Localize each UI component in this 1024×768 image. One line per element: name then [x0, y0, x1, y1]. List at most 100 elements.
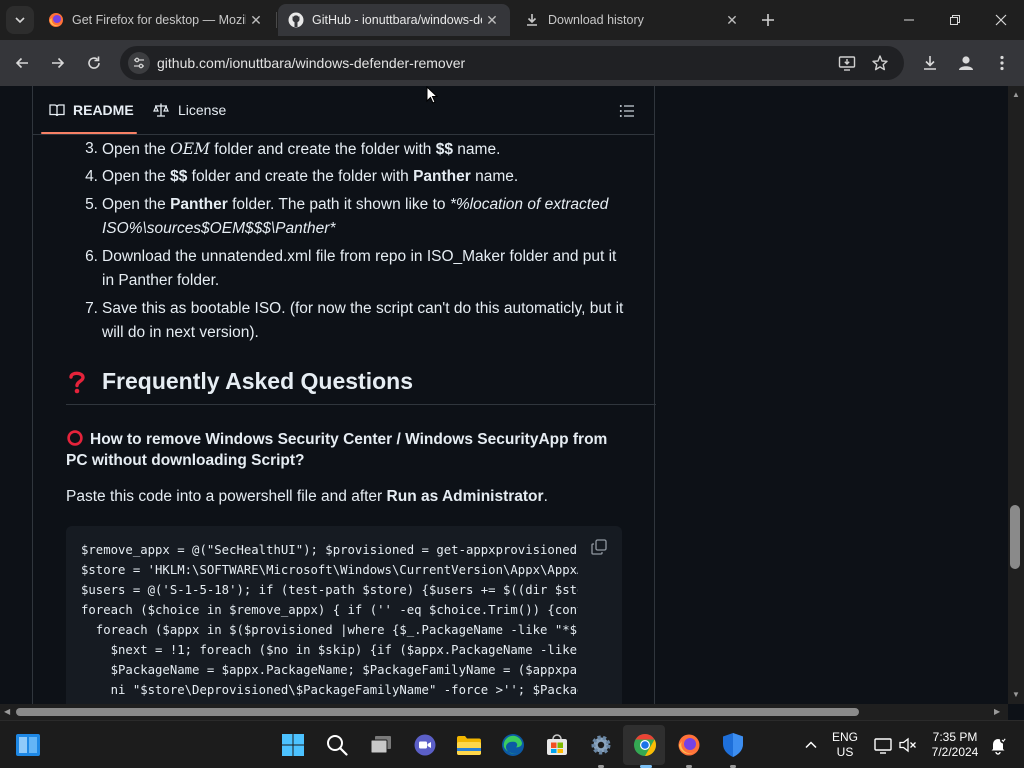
horizontal-scroll-thumb[interactable]	[16, 708, 859, 716]
tab-close-icon[interactable]: ✕	[722, 12, 742, 29]
windows-security-button[interactable]	[719, 731, 747, 759]
tune-icon	[134, 57, 144, 69]
url-text: github.com/ionuttbara/windows-defender-r…	[157, 55, 466, 71]
display-status-button[interactable]	[869, 731, 897, 759]
plain-text: folder and create the folder with	[187, 168, 414, 185]
faq-question-text: How to remove Windows Security Center / …	[66, 431, 608, 469]
forward-button[interactable]	[44, 49, 72, 77]
bookmark-button[interactable]	[870, 53, 890, 73]
page-content: README License 3. Open the OEM folder an…	[0, 86, 1008, 704]
reload-button[interactable]	[80, 49, 108, 77]
code-line: foreach ($choice in $remove_appx) { if (…	[81, 603, 578, 617]
instruction-bold: Run as Administrator	[386, 488, 544, 505]
reload-icon	[88, 56, 100, 69]
address-bar[interactable]: github.com/ionuttbara/windows-defender-r…	[120, 46, 904, 80]
faq-question: How to remove Windows Security Center / …	[66, 429, 626, 471]
notifications-button[interactable]	[984, 731, 1012, 759]
plain-text: name.	[470, 168, 519, 185]
plus-icon	[762, 14, 774, 26]
tab-github[interactable]: GitHub - ionuttbara/windows-defender-rem…	[278, 4, 510, 36]
code-block[interactable]: $remove_appx = @("SecHealthUI"); $provis…	[66, 526, 622, 704]
store-bag-icon	[547, 734, 567, 755]
new-tab-button[interactable]	[756, 8, 780, 32]
start-button[interactable]	[279, 731, 307, 759]
tab-readme[interactable]: README	[49, 102, 134, 118]
clock[interactable]: 7:35 PM 7/2/2024	[922, 730, 988, 760]
active-tab-indicator	[41, 132, 137, 134]
tab-close-icon[interactable]: ✕	[246, 12, 266, 29]
vertical-scrollbar[interactable]	[1008, 86, 1024, 704]
download-icon	[527, 14, 537, 26]
clock-time: 7:35 PM	[932, 730, 978, 744]
tab-license[interactable]: License	[153, 102, 226, 118]
code-line: foreach ($appx in $($provisioned |where …	[95, 623, 578, 637]
code-line: $remove_appx = @("SecHealthUI"); $provis…	[81, 543, 578, 557]
volume-button[interactable]	[894, 731, 922, 759]
back-button[interactable]	[8, 49, 36, 77]
profile-button[interactable]	[952, 49, 980, 77]
tab-search-button[interactable]	[6, 6, 34, 34]
video-chat-icon	[414, 734, 436, 756]
meet-now-button[interactable]	[411, 731, 439, 759]
question-mark-icon	[69, 371, 85, 393]
search-icon	[327, 735, 348, 756]
clock-date: 7/2/2024	[931, 745, 979, 759]
scroll-left-arrow-icon[interactable]: ◀	[4, 707, 10, 716]
tab-download-history[interactable]: Download history ✕	[514, 4, 750, 36]
minimize-button[interactable]	[886, 0, 932, 40]
download-icon	[924, 56, 936, 70]
install-icon	[838, 56, 856, 71]
tab-close-icon[interactable]: ✕	[482, 12, 502, 29]
faq-heading: Frequently Asked Questions	[66, 368, 413, 395]
copy-button[interactable]	[590, 538, 608, 556]
widgets-icon	[16, 734, 40, 756]
law-icon	[153, 103, 169, 117]
tab-readme-label: README	[73, 102, 134, 118]
search-button[interactable]	[323, 731, 351, 759]
scroll-right-arrow-icon[interactable]: ▶	[994, 707, 1000, 716]
edge-button[interactable]	[499, 731, 527, 759]
arrow-left-icon	[15, 57, 28, 69]
firefox-button[interactable]	[675, 731, 703, 759]
menu-button[interactable]	[988, 49, 1016, 77]
settings-button[interactable]	[587, 731, 615, 759]
input-language[interactable]: ENG US	[826, 730, 864, 760]
close-window-button[interactable]	[978, 0, 1024, 40]
code-line: $next = !1; foreach ($no in $skip) {if (…	[110, 643, 578, 657]
widgets-button[interactable]	[14, 731, 42, 759]
restore-icon	[950, 15, 960, 25]
star-icon	[872, 55, 888, 71]
file-explorer-button[interactable]	[455, 731, 483, 759]
folder-icon	[457, 736, 481, 755]
task-view-button[interactable]	[367, 731, 395, 759]
restore-button[interactable]	[932, 0, 978, 40]
plain-text: folder. The path it shown like to	[227, 196, 450, 213]
downloads-button[interactable]	[916, 49, 944, 77]
plain-text: Open the	[102, 196, 171, 213]
minimize-icon	[904, 19, 914, 21]
region-code: US	[836, 745, 854, 759]
scroll-down-arrow-icon[interactable]: ▼	[1012, 690, 1020, 699]
taskbar: ENG US 7:35 PM 7/2/2024	[0, 720, 1024, 768]
copy-icon	[591, 539, 607, 555]
list-text: Open the $$ folder and create the folder…	[102, 165, 632, 189]
screen: Get Firefox for desktop — Mozilla ✕ GitH…	[0, 0, 1024, 768]
outline-button[interactable]	[615, 100, 639, 122]
windows-logo-icon	[282, 734, 304, 756]
install-app-button[interactable]	[837, 53, 857, 73]
gear-icon	[591, 735, 611, 755]
instruction-suffix: .	[543, 488, 548, 505]
language-code: ENG	[831, 730, 858, 744]
scroll-up-arrow-icon[interactable]: ▲	[1012, 90, 1020, 99]
store-button[interactable]	[543, 731, 571, 759]
list-number: 3.	[85, 140, 98, 157]
tab-firefox[interactable]: Get Firefox for desktop — Mozilla ✕	[38, 4, 274, 36]
vertical-scroll-thumb[interactable]	[1010, 505, 1020, 569]
github-icon	[288, 12, 304, 28]
faq-heading-text: Frequently Asked Questions	[102, 368, 413, 394]
chrome-icon	[634, 734, 656, 756]
site-settings-button[interactable]	[128, 52, 150, 74]
tab-strip: Get Firefox for desktop — Mozilla ✕ GitH…	[0, 0, 1024, 40]
show-hidden-icons-button[interactable]	[797, 731, 825, 759]
chrome-button[interactable]	[631, 731, 659, 759]
